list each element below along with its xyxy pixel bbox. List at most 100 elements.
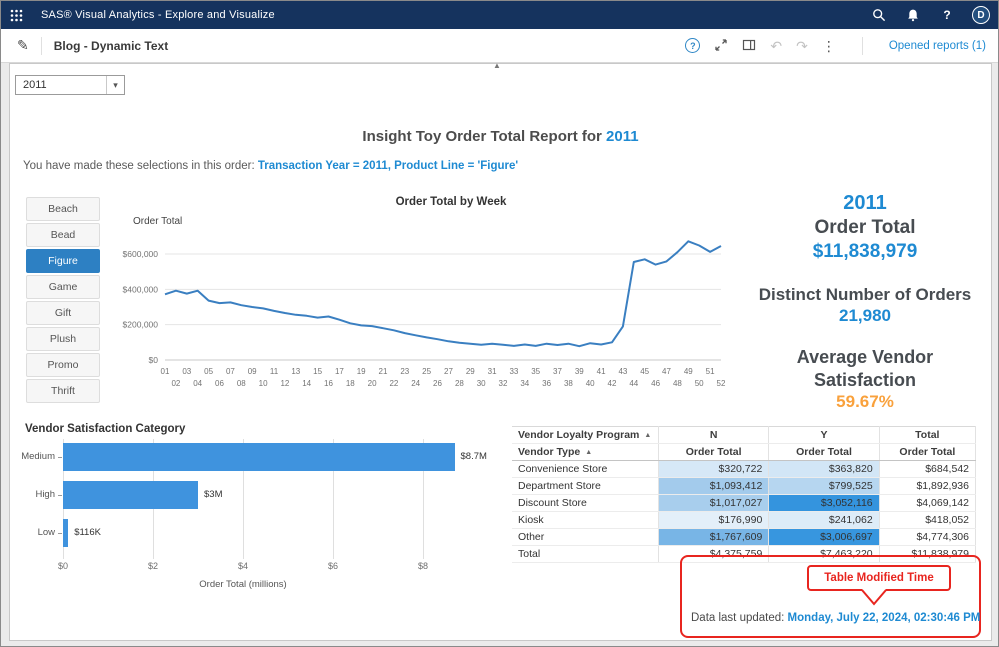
year-dropdown-value: 2011 [16,79,106,91]
y-tick-label: $400,000 [123,284,159,294]
x-tick-label: 52 [717,379,726,388]
order-total-cell: $320,722 [658,461,768,478]
undo-icon[interactable]: ↶ [770,39,782,53]
x-tick-label: 11 [270,367,279,376]
order-total-cell: $1,892,936 [879,478,975,495]
product-list-item-beach[interactable]: Beach [26,197,100,221]
bar-chart: Order Total (millions) $0$2$4$6$8Medium$… [13,437,553,607]
bar-category-label: Low [13,527,55,538]
order-total-cell: $7,463,220 [769,546,879,563]
product-list-item-bead[interactable]: Bead [26,223,100,247]
maximize-icon[interactable] [714,38,728,54]
kpi-text: 2011 [751,191,979,216]
product-list-item-plush[interactable]: Plush [26,327,100,351]
bar-medium[interactable] [63,443,455,471]
notifications-bell-icon[interactable] [904,6,922,24]
help-icon[interactable]: ? [938,6,956,24]
product-list-item-promo[interactable]: Promo [26,353,100,377]
annotation-callout-label: Table Modified Time [807,565,951,591]
x-tick-label: 16 [324,379,333,388]
apps-grid-icon[interactable] [1,1,31,29]
x-tick-label: 48 [673,379,682,388]
order-total-line-series[interactable] [165,241,721,346]
bar-x-tick-label: $2 [138,561,168,571]
x-tick-label: 51 [706,367,715,376]
table-row[interactable]: Other$1,767,609$3,006,697$4,774,306 [512,529,976,546]
line-chart-y-axis-label: Order Total [133,216,182,227]
report-toolbar: ✎ Blog - Dynamic Text ? ↶ ↷ ⋮ Opened rep… [1,29,999,63]
col-group-n[interactable]: N [658,427,768,444]
x-tick-label: 15 [313,367,322,376]
order-total-cell: $1,017,027 [658,495,768,512]
product-list-item-figure[interactable]: Figure [26,249,100,273]
bar-value-label: $8.7M [461,451,487,462]
x-tick-label: 05 [204,367,213,376]
order-total-cell: $3,006,697 [769,529,879,546]
redo-icon[interactable]: ↷ [796,39,808,53]
selection-label: You have made these selections in this o… [23,160,255,172]
x-tick-label: 21 [379,367,388,376]
bar-x-tick-label: $6 [318,561,348,571]
sort-asc-icon: ▲ [585,449,592,456]
x-tick-label: 18 [346,379,355,388]
data-last-updated-value: Monday, July 22, 2024, 02:30:46 PM [788,612,981,624]
refresh-status-icon[interactable]: ? [685,38,700,53]
measure-header[interactable]: Order Total [769,444,879,461]
product-list-item-thrift[interactable]: Thrift [26,379,100,403]
kpi-block-0: 2011Order Total$11,838,979 [751,191,979,264]
product-list-item-gift[interactable]: Gift [26,301,100,325]
axis-tick [58,495,62,496]
x-tick-label: 14 [302,379,311,388]
x-tick-label: 45 [640,367,649,376]
user-avatar[interactable]: D [972,6,990,24]
col-group-header[interactable]: Vendor Loyalty Program▲ [512,427,658,444]
data-last-updated-label: Data last updated: [691,612,788,624]
more-options-kebab-icon[interactable]: ⋮ [822,39,836,53]
year-dropdown[interactable]: 2011 ▾ [15,75,125,95]
col-group-y[interactable]: Y [769,427,879,444]
right-panel-icon[interactable] [742,38,756,54]
table-row[interactable]: Discount Store$1,017,027$3,052,116$4,069… [512,495,976,512]
vendor-type-cell: Department Store [512,478,658,495]
row-header[interactable]: Vendor Type▲ [512,444,658,461]
order-total-cell: $241,062 [769,512,879,529]
vendor-type-cell: Total [512,546,658,563]
x-tick-label: 34 [520,379,529,388]
y-tick-label: $0 [149,355,159,365]
opened-reports-link[interactable]: Opened reports (1) [889,40,986,52]
x-tick-label: 50 [695,379,704,388]
search-icon[interactable] [870,6,888,24]
measure-header[interactable]: Order Total [658,444,768,461]
kpi-text: Order Total [751,216,979,240]
order-total-cell: $418,052 [879,512,975,529]
product-list-item-game[interactable]: Game [26,275,100,299]
x-tick-label: 20 [368,379,377,388]
x-tick-label: 25 [422,367,431,376]
bar-value-label: $3M [204,489,222,500]
order-total-cell: $4,069,142 [879,495,975,512]
table-row[interactable]: Convenience Store$320,722$363,820$684,54… [512,461,976,478]
x-tick-label: 33 [509,367,518,376]
x-tick-label: 07 [226,367,235,376]
x-tick-label: 19 [357,367,366,376]
measure-header[interactable]: Order Total [879,444,975,461]
edit-pencil-icon[interactable]: ✎ [17,37,29,54]
selection-summary: You have made these selections in this o… [23,160,518,172]
kpi-text: 21,980 [751,305,979,326]
x-tick-label: 32 [499,379,508,388]
bar-high[interactable] [63,481,198,509]
x-tick-label: 24 [411,379,420,388]
annotation-callout-tail [859,589,889,606]
table-row[interactable]: Total$4,375,759$7,463,220$11,838,979 [512,546,976,563]
col-group-total[interactable]: Total [879,427,975,444]
kpi-text: Average Vendor Satisfaction [751,346,979,391]
table-row[interactable]: Department Store$1,093,412$799,525$1,892… [512,478,976,495]
x-tick-label: 03 [182,367,191,376]
x-tick-label: 46 [651,379,660,388]
kpi-text: $11,838,979 [751,240,979,264]
vendor-type-cell: Other [512,529,658,546]
table-row[interactable]: Kiosk$176,990$241,062$418,052 [512,512,976,529]
x-tick-label: 23 [400,367,409,376]
bar-low[interactable] [63,519,68,547]
x-tick-label: 41 [597,367,606,376]
